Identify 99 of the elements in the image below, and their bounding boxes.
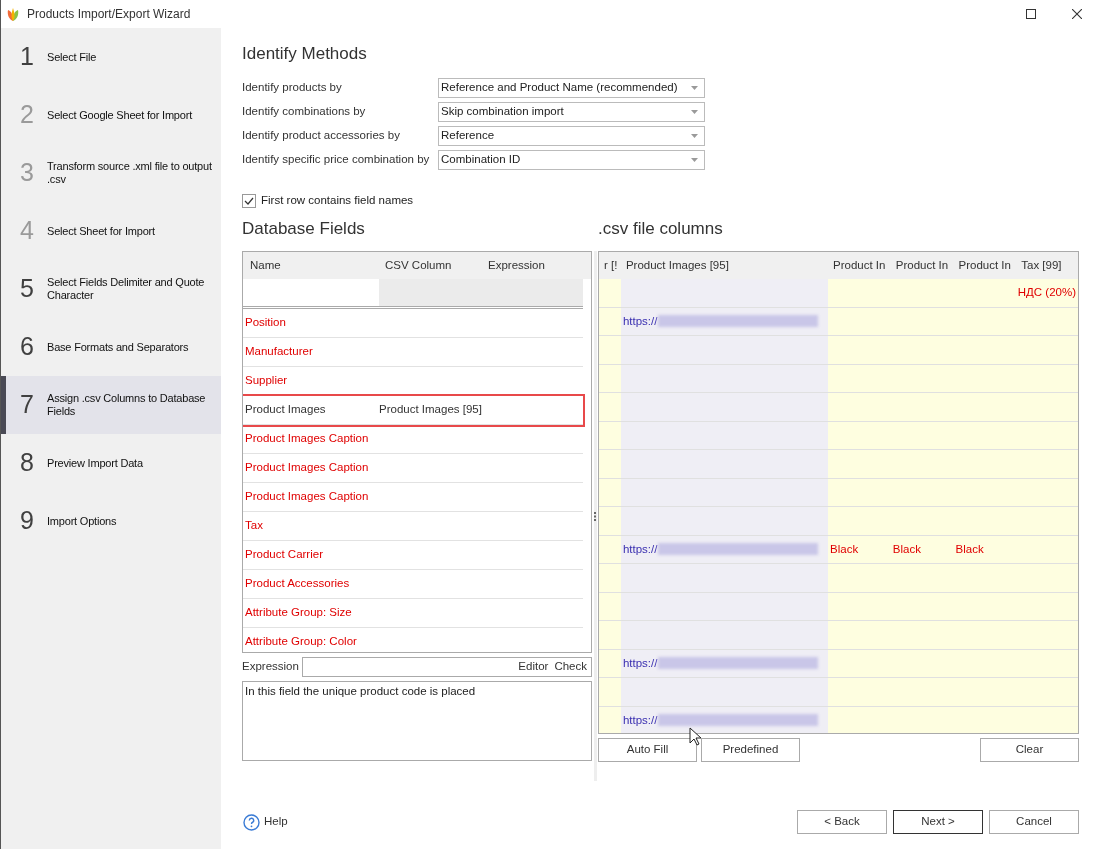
section-title: Database Fields xyxy=(242,218,366,240)
url-text: https:// xyxy=(622,655,658,671)
wizard-step[interactable]: 6 Base Formats and Separators xyxy=(1,318,221,376)
clear-button[interactable]: Clear xyxy=(980,738,1079,762)
field-name: Manufacturer xyxy=(244,344,314,360)
step-label: Preview Import Data xyxy=(47,456,143,470)
footer-button[interactable]: Next > xyxy=(893,810,983,834)
field-row[interactable]: Manufacturer xyxy=(243,338,583,367)
dropdown[interactable]: Combination ID xyxy=(438,150,705,170)
column-header[interactable]: Product In xyxy=(953,256,1017,275)
expression-link[interactable]: Editor xyxy=(518,658,549,676)
wizard-step[interactable]: 8 Preview Import Data xyxy=(1,434,221,492)
url-text: https:// xyxy=(622,712,658,728)
column-header[interactable]: Product In xyxy=(890,256,954,275)
wizard-step[interactable]: 9 Import Options xyxy=(1,492,221,550)
step-number: 2 xyxy=(20,99,35,131)
grid-button[interactable]: Predefined xyxy=(701,738,800,762)
mouse-pointer-icon xyxy=(689,727,701,746)
step-label: Assign .csv Columns to Database Fields xyxy=(47,392,207,418)
step-label: Select Fields Delimiter and Quote Character xyxy=(47,276,206,302)
expression-link[interactable]: Check xyxy=(554,658,587,676)
url-text: https:// xyxy=(622,313,658,329)
footer-button[interactable]: Cancel xyxy=(989,810,1079,834)
grid-button[interactable]: Auto Fill xyxy=(598,738,697,762)
dropdown-caret-icon xyxy=(691,86,698,90)
step-label: Import Options xyxy=(47,514,117,528)
wizard-step[interactable]: 1 Select File xyxy=(1,28,221,86)
step-number: 6 xyxy=(20,331,35,363)
column-header[interactable]: Product Images [95] xyxy=(620,256,828,275)
section-title: Identify Methods xyxy=(242,43,368,65)
grid-cell: Black xyxy=(953,535,1017,563)
checkbox-label: First row contains field names xyxy=(261,193,414,209)
column-header[interactable]: Product In xyxy=(828,256,891,275)
help-icon[interactable] xyxy=(243,813,260,831)
step-label: Select Sheet for Import xyxy=(47,224,155,238)
dropdown-caret-icon xyxy=(691,158,698,162)
field-row[interactable]: Product Images Product Images [95] xyxy=(243,396,583,425)
footer-button[interactable]: < Back xyxy=(797,810,887,834)
step-number: 1 xyxy=(20,41,35,73)
help-link[interactable]: Help xyxy=(264,813,288,831)
step-label: Base Formats and Separators xyxy=(47,340,189,354)
expression-label: Expression xyxy=(242,659,300,675)
field-row[interactable]: Attribute Group: Color xyxy=(243,628,583,652)
grid-cell: Black xyxy=(890,535,954,563)
field-row[interactable]: Product Images Caption xyxy=(243,425,583,454)
field-label: Identify products by xyxy=(242,80,343,96)
column-header[interactable]: Expression xyxy=(482,256,545,275)
field-name: Product Accessories xyxy=(244,576,351,592)
checkbox[interactable] xyxy=(242,194,256,208)
field-row[interactable]: Product Carrier xyxy=(243,541,583,570)
expression-field[interactable]: Editor Check xyxy=(302,657,592,677)
step-label: Select File xyxy=(47,50,97,64)
field-row[interactable]: Product Accessories xyxy=(243,570,583,599)
dropdown[interactable]: Skip combination import xyxy=(438,102,705,122)
field-row[interactable]: Product Images Caption xyxy=(243,454,583,483)
field-row[interactable]: Product Images Caption xyxy=(243,483,583,512)
step-number: 4 xyxy=(20,215,35,247)
wizard-step[interactable]: 7 Assign .csv Columns to Database Fields xyxy=(1,376,221,434)
description-box: In this field the unique product code is placed xyxy=(242,681,592,761)
field-label: Identify product accessories by xyxy=(242,128,401,144)
dropdown[interactable]: Reference and Product Name (recommended) xyxy=(438,78,705,98)
field-name: Product Images Caption xyxy=(244,460,370,476)
field-name: Tax xyxy=(244,518,264,534)
section-title: .csv file columns xyxy=(598,218,724,240)
filter-field[interactable] xyxy=(379,279,583,306)
window-title: Products Import/Export Wizard xyxy=(27,6,191,23)
field-row[interactable]: Attribute Group: Size xyxy=(243,599,583,628)
grid-cell: Black xyxy=(828,535,891,563)
field-name: Position xyxy=(244,315,287,331)
field-name: Product Images xyxy=(244,402,327,418)
step-number: 3 xyxy=(20,157,35,189)
step-number: 7 xyxy=(20,389,35,421)
wizard-step[interactable]: 5 Select Fields Delimiter and Quote Character xyxy=(1,260,221,318)
step-number: 5 xyxy=(20,273,35,305)
dropdown-caret-icon xyxy=(691,134,698,138)
field-name: Product Carrier xyxy=(244,547,324,563)
field-row[interactable]: Tax xyxy=(243,512,583,541)
url-text: https:// xyxy=(622,541,658,557)
dropdown[interactable]: Reference xyxy=(438,126,705,146)
step-number: 8 xyxy=(20,447,35,479)
grid-cell: НДС (20%) xyxy=(1016,279,1078,307)
step-label: Select Google Sheet for Import xyxy=(47,108,193,122)
column-header[interactable]: Tax [99] xyxy=(1016,256,1078,275)
column-header[interactable]: r [! xyxy=(599,256,621,275)
dropdown-caret-icon xyxy=(691,110,698,114)
column-header[interactable]: CSV Column xyxy=(379,256,482,275)
column-header[interactable]: Name xyxy=(243,256,379,275)
csv-column-cell-text: Product Images [95] xyxy=(379,402,482,418)
field-name: Supplier xyxy=(244,373,289,389)
field-name: Attribute Group: Size xyxy=(244,605,353,621)
field-row[interactable]: Position xyxy=(243,309,583,338)
field-name: Attribute Group: Color xyxy=(244,634,358,650)
field-name: Product Images Caption xyxy=(244,431,370,447)
field-name: Product Images Caption xyxy=(244,489,370,505)
field-row[interactable]: Supplier xyxy=(243,367,583,396)
step-number: 9 xyxy=(20,505,35,537)
step-label: Transform source .xml file to output .csv xyxy=(47,160,213,186)
field-label: Identify specific price combination by xyxy=(242,152,431,168)
field-label: Identify combinations by xyxy=(242,104,367,120)
